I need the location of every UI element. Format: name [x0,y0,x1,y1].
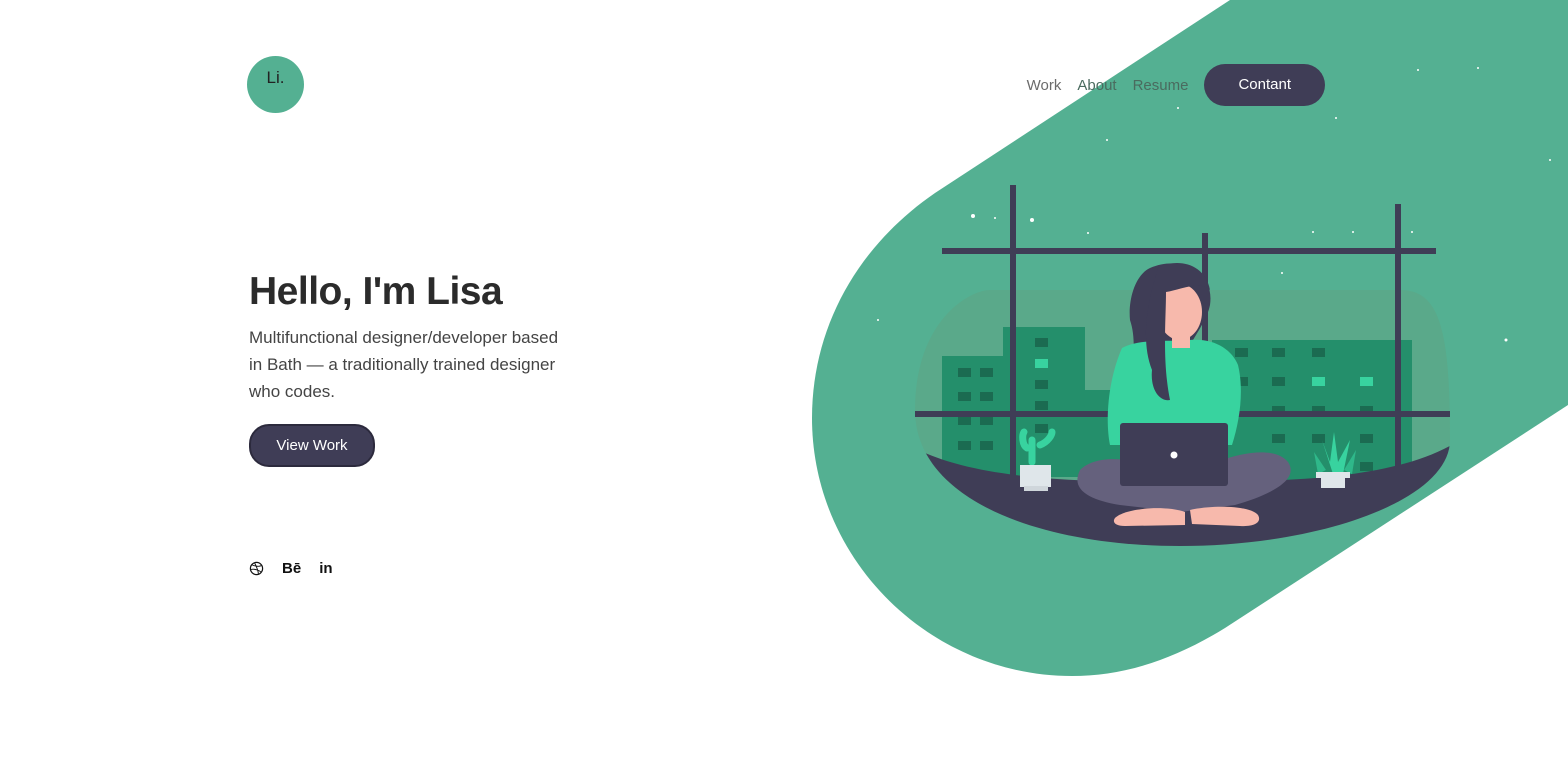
view-work-button[interactable]: View Work [249,424,375,467]
social-links: Bē in [249,560,333,577]
hero-section: Hello, I'm Lisa Multifunctional designer… [249,270,569,405]
hero-title: Hello, I'm Lisa [249,270,503,313]
contact-button[interactable]: Contant [1204,64,1325,106]
dribbble-icon[interactable] [249,561,264,576]
linkedin-icon[interactable]: in [319,560,332,577]
woman-laptop-illustration [877,67,1551,546]
main-nav: Work About Resume Contant [1027,64,1325,106]
logo[interactable]: Li. [247,56,304,113]
nav-about-link[interactable]: About [1077,77,1116,94]
hero-description: Multifunctional designer/developer based… [249,328,559,401]
nav-resume-link[interactable]: Resume [1133,77,1189,94]
behance-icon[interactable]: Bē [282,560,301,577]
nav-work-link[interactable]: Work [1027,77,1062,94]
